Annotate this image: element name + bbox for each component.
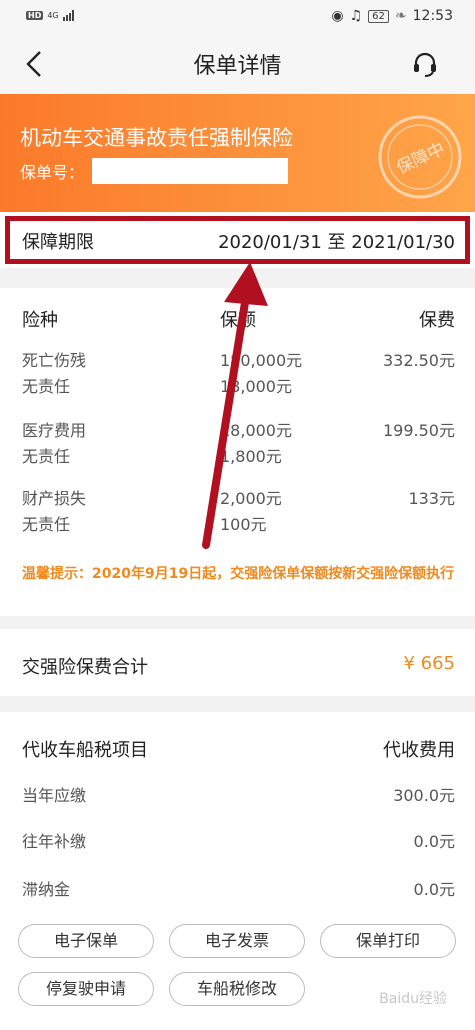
list-item: 当年应缴 300.0元 [0, 782, 475, 812]
header-amount: 保额 [220, 310, 256, 331]
tax-item-label: 往年补缴 [22, 832, 87, 851]
coverage-table: 险种 保额 保费 死亡伤残无责任 180,000元 18,000元 332.50元… [0, 288, 475, 616]
tax-header-item: 代收车船税项目 [22, 740, 148, 761]
policy-number-label: 保单号： [20, 163, 85, 182]
coverage-period: 保障期限 2020/01/31 至 2021/01/30 [0, 212, 475, 268]
coverage-amount: 18,000元 [220, 421, 292, 440]
network-type: 4G [47, 11, 59, 20]
status-stamp-icon: 保障中 [378, 115, 462, 199]
notice-tip: 温馨提示：2020年9月19日起，交强险保单保额按新交强险保额执行 [22, 566, 455, 582]
policy-number-row: 保单号： [20, 158, 289, 184]
coverage-amount: 2,000元 [220, 489, 282, 508]
print-policy-button[interactable]: 保单打印 [320, 924, 456, 958]
header-premium: 保费 [419, 310, 455, 331]
leaf-icon: ❧ [394, 8, 407, 24]
premium-total: 交强险保费合计 ¥ 665 [0, 628, 475, 696]
coverage-premium: 199.50元 [383, 421, 455, 440]
tax-item-value: 300.0元 [393, 786, 455, 805]
coverage-type: 死亡伤残 [22, 351, 87, 370]
e-policy-button[interactable]: 电子保单 [18, 924, 154, 958]
tax-item-label: 当年应缴 [22, 786, 87, 805]
policy-number-redacted [92, 158, 289, 184]
table-row: 死亡伤残无责任 180,000元 18,000元 332.50元 [0, 348, 475, 400]
table-row: 财产损失无责任 2,000元 100元 133元 [0, 486, 475, 538]
header-type: 险种 [22, 310, 58, 331]
policy-banner: 机动车交通事故责任强制保险 保单号： 保障中 [0, 94, 475, 212]
e-invoice-button[interactable]: 电子发票 [169, 924, 305, 958]
list-item: 往年补缴 0.0元 [0, 828, 475, 858]
watermark: Baidu经验 [379, 991, 447, 1007]
headphone-status-icon: ♫ [349, 8, 363, 24]
policy-name: 机动车交通事故责任强制保险 [20, 126, 293, 150]
vehicle-tax-modify-button[interactable]: 车船税修改 [169, 972, 305, 1006]
coverage-sub: 无责任 [22, 447, 71, 466]
eye-icon: ◉ [331, 8, 344, 24]
signal-icon [62, 10, 74, 21]
nav-bar: 保单详情 [0, 34, 475, 94]
coverage-type: 医疗费用 [22, 421, 87, 440]
battery-indicator: 62 [368, 9, 389, 23]
coverage-premium: 332.50元 [383, 351, 455, 370]
coverage-sub: 无责任 [22, 377, 71, 396]
total-label: 交强险保费合计 [22, 657, 148, 678]
coverage-sub-amount: 1,800元 [220, 447, 282, 466]
coverage-amount: 180,000元 [220, 351, 303, 370]
status-bar: HD 4G ◉ ♫ 62 ❧ 12:53 [0, 0, 475, 34]
period-label: 保障期限 [22, 232, 94, 253]
coverage-type: 财产损失 [22, 489, 87, 508]
tax-header-fee: 代收费用 [383, 740, 455, 761]
vehicle-tax-table: 代收车船税项目 代收费用 当年应缴 300.0元 往年补缴 0.0元 滞纳金 0… [0, 712, 475, 908]
tax-item-value: 0.0元 [413, 880, 455, 899]
total-value: ¥ 665 [403, 653, 455, 674]
suspend-resume-button[interactable]: 停复驶申请 [18, 972, 154, 1006]
action-bar: 电子保单 电子发票 保单打印 停复驶申请 车船税修改 [0, 908, 475, 1030]
coverage-sub: 无责任 [22, 515, 71, 534]
period-value: 2020/01/31 至 2021/01/30 [218, 232, 455, 253]
coverage-sub-amount: 100元 [220, 515, 267, 534]
page-title: 保单详情 [193, 54, 282, 79]
table-row: 医疗费用无责任 18,000元 1,800元 199.50元 [0, 418, 475, 470]
stamp-text: 保障中 [394, 139, 449, 179]
coverage-sub-amount: 18,000元 [220, 377, 292, 396]
list-item: 滞纳金 0.0元 [0, 876, 475, 906]
headset-icon[interactable] [411, 50, 439, 78]
coverage-premium: 133元 [408, 489, 455, 508]
hd-badge: HD [26, 11, 44, 20]
tax-item-label: 滞纳金 [22, 880, 71, 899]
tax-item-value: 0.0元 [413, 832, 455, 851]
clock: 12:53 [412, 8, 453, 24]
